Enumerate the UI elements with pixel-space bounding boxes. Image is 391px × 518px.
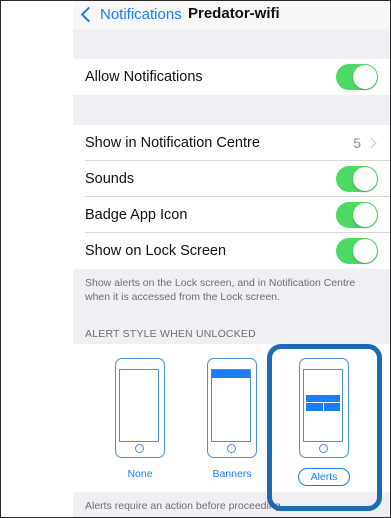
- phone-screen: [211, 369, 251, 442]
- toggle-knob: [353, 65, 377, 89]
- lock-screen-label: Show on Lock Screen: [85, 243, 227, 259]
- toggle-knob: [353, 239, 377, 263]
- alert-style-none-label: None: [127, 468, 153, 480]
- phone-screen: [119, 369, 159, 442]
- badge-app-icon-row: Badge App Icon: [73, 197, 390, 233]
- notification-centre-count: 5: [353, 135, 361, 151]
- phone-none-icon: [115, 358, 165, 458]
- selection-highlight: [267, 344, 382, 511]
- allow-notifications-row: Allow Notifications: [73, 59, 390, 95]
- home-button-icon: [135, 444, 144, 453]
- badge-app-icon-label: Badge App Icon: [85, 207, 188, 223]
- allow-notifications-label: Allow Notifications: [85, 69, 203, 85]
- alert-style-banners[interactable]: Banners: [199, 358, 265, 480]
- sounds-row: Sounds: [73, 161, 390, 197]
- alert-style-header: ALERT STYLE WHEN UNLOCKED: [85, 328, 256, 340]
- notification-centre-row[interactable]: Show in Notification Centre 5: [73, 125, 390, 161]
- navigation-bar: Notifications Predator-wifi: [73, 1, 390, 29]
- notification-centre-label: Show in Notification Centre: [85, 135, 260, 151]
- sounds-toggle[interactable]: [336, 166, 378, 192]
- alert-style-banners-label: Banners: [212, 468, 252, 480]
- lock-screen-footnote: Show alerts on the Lock screen, and in N…: [85, 277, 356, 303]
- screenshot-frame: Notifications Predator-wifi Allow Notifi…: [0, 0, 391, 518]
- lock-screen-toggle[interactable]: [336, 238, 378, 264]
- page-title: Predator-wifi: [188, 5, 280, 22]
- back-button[interactable]: Notifications: [79, 3, 182, 25]
- chevron-left-icon: [80, 6, 97, 22]
- chevron-right-icon: [365, 137, 377, 149]
- toggle-knob: [353, 167, 377, 191]
- toggle-knob: [353, 203, 377, 227]
- home-button-icon: [227, 444, 236, 453]
- allow-notifications-toggle[interactable]: [336, 64, 378, 90]
- banner-preview: [212, 370, 250, 378]
- back-label: Notifications: [100, 5, 182, 23]
- alerts-footnote: Alerts require an action before proceedi…: [85, 500, 284, 512]
- phone-banners-icon: [207, 358, 257, 458]
- alert-style-none[interactable]: None: [107, 358, 173, 480]
- lock-screen-row: Show on Lock Screen: [73, 233, 390, 269]
- badge-app-icon-toggle[interactable]: [336, 202, 378, 228]
- sounds-label: Sounds: [85, 171, 135, 187]
